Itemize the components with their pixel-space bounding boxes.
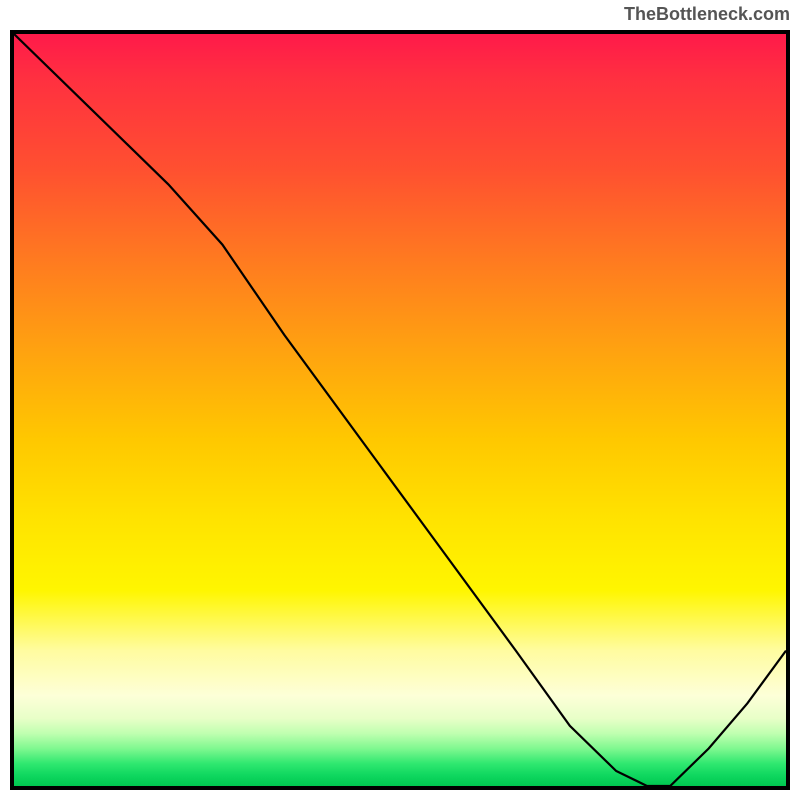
chart-plot-area [10, 30, 790, 790]
chart-line-svg [14, 34, 786, 786]
bottleneck-curve-path [14, 34, 786, 786]
attribution-text: TheBottleneck.com [624, 4, 790, 25]
